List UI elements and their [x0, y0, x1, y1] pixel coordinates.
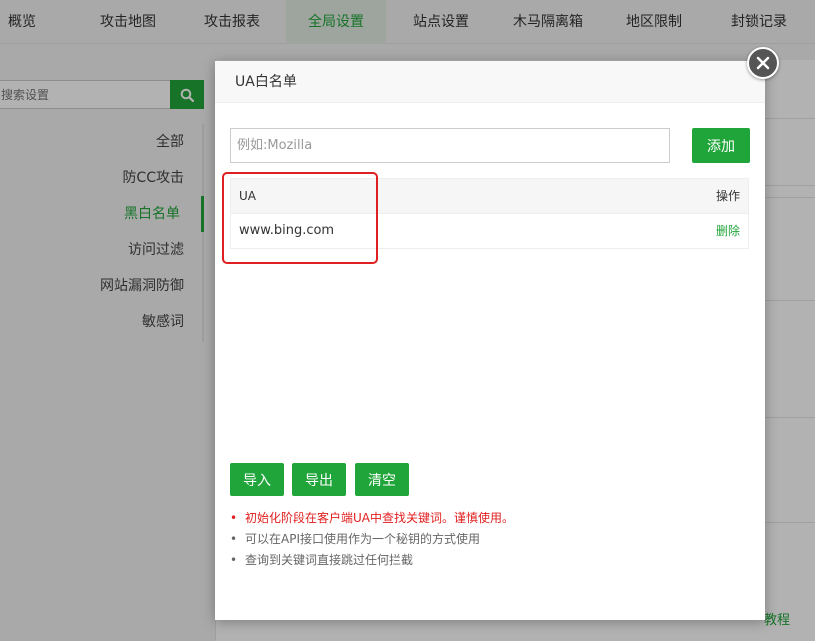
modal-header: UA白名单	[215, 61, 765, 103]
close-icon	[756, 56, 770, 70]
add-button[interactable]: 添加	[692, 128, 750, 163]
tip-item: 初始化阶段在客户端UA中查找关键词。谨慎使用。	[230, 508, 750, 529]
tip-item: 可以在API接口使用作为一个秘钥的方式使用	[230, 529, 750, 550]
ua-whitelist-modal: UA白名单 添加 UA 操作 www.bing.com 删除 导入 导出 清空 …	[215, 61, 765, 620]
column-header-operation: 操作	[715, 189, 740, 203]
ua-input[interactable]	[230, 128, 670, 163]
modal-title: UA白名单	[235, 74, 297, 90]
delete-link[interactable]: 删除	[716, 214, 740, 248]
tip-item: 查询到关键词直接跳过任何拦截	[230, 550, 750, 571]
import-button[interactable]: 导入	[230, 463, 284, 496]
export-button[interactable]: 导出	[292, 463, 346, 496]
clear-button[interactable]: 清空	[355, 463, 409, 496]
tips-list: 初始化阶段在客户端UA中查找关键词。谨慎使用。 可以在API接口使用作为一个秘钥…	[230, 508, 750, 571]
highlight-annotation	[222, 172, 378, 264]
close-button[interactable]	[747, 47, 779, 79]
